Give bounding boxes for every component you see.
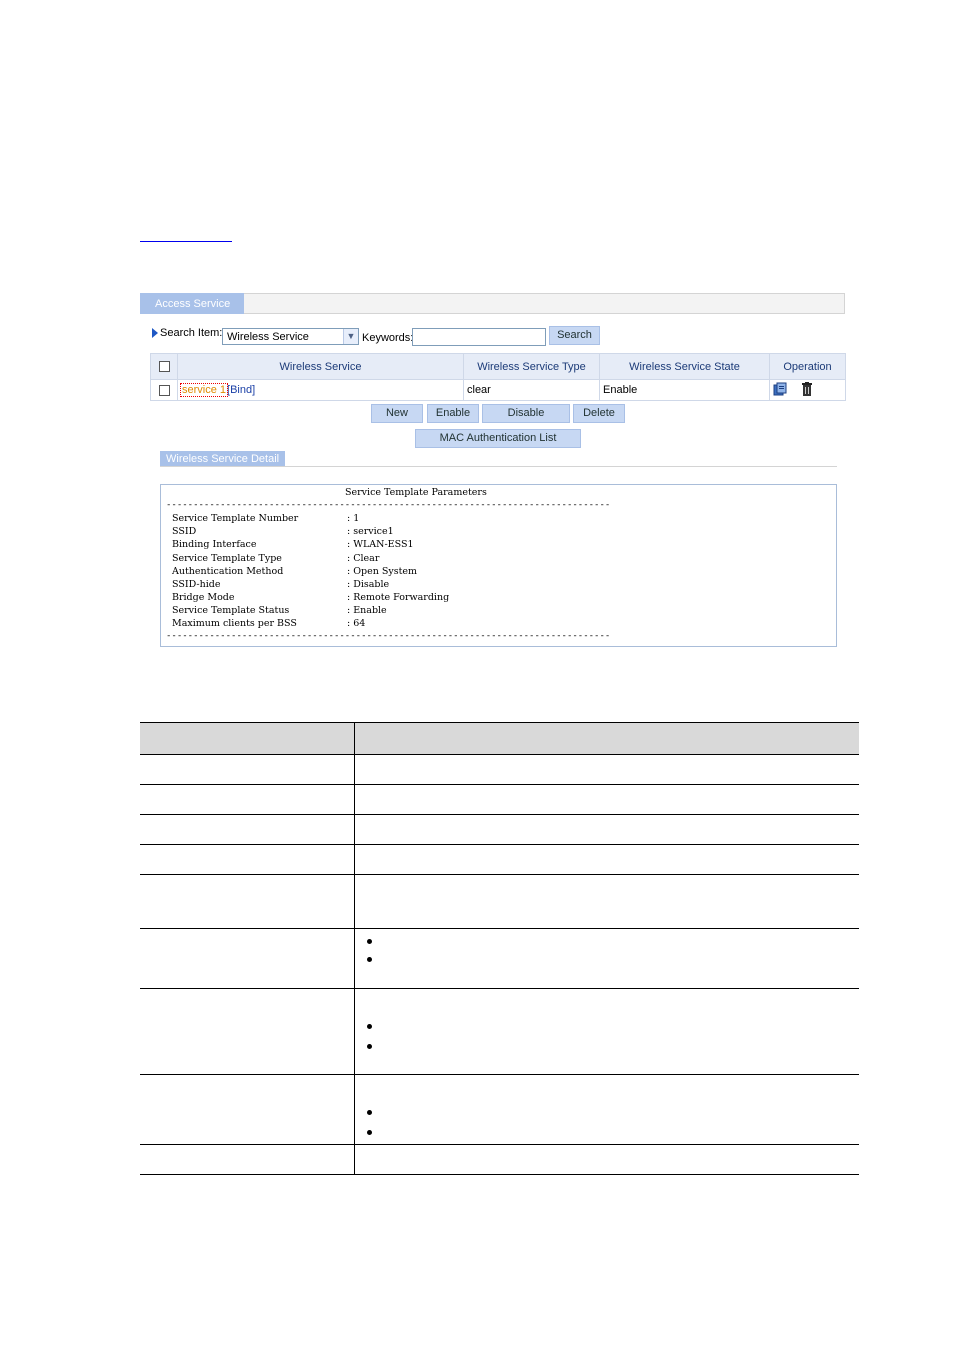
param-name: Binding Interface — [172, 539, 257, 550]
col-wireless-service-state[interactable]: Wireless Service State — [599, 353, 770, 380]
bind-link[interactable]: [Bind] — [227, 384, 255, 396]
param-name: Service Template Number — [172, 513, 299, 524]
table-row-divider — [140, 1144, 859, 1145]
bullet-icon — [367, 1130, 372, 1135]
disable-button[interactable]: Disable — [482, 404, 570, 423]
table-header-row: Wireless Service Wireless Service Type W… — [150, 353, 846, 380]
table-row-divider — [140, 814, 859, 815]
col-operation: Operation — [769, 353, 846, 380]
param-value: : WLAN-ESS1 — [347, 539, 414, 550]
param-name: Service Template Status — [172, 605, 290, 616]
param-value: : 1 — [347, 513, 360, 524]
row-checkbox[interactable] — [158, 384, 170, 396]
param-value: : Remote Forwarding — [347, 592, 450, 603]
chevron-down-icon[interactable]: ▼ — [343, 329, 358, 344]
bullet-icon — [367, 1024, 372, 1029]
select-all-cell — [150, 353, 178, 380]
delete-button[interactable]: Delete — [573, 404, 625, 423]
tab-access-service[interactable]: Access Service — [140, 293, 244, 314]
param-name: Authentication Method — [172, 566, 284, 577]
detail-separator-top: ----------------------------------------… — [166, 500, 611, 510]
table-row-divider — [140, 1074, 859, 1075]
param-name: SSID — [172, 526, 197, 537]
detail-title: Service Template Parameters — [345, 487, 487, 498]
col-wireless-service-type[interactable]: Wireless Service Type — [463, 353, 600, 380]
param-name: Service Template Type — [172, 553, 282, 564]
param-value: : Enable — [347, 605, 387, 616]
description-table-header — [140, 722, 859, 755]
triangle-right-icon — [152, 328, 158, 339]
param-value: : service1 — [347, 526, 394, 537]
select-all-checkbox[interactable] — [158, 361, 170, 373]
keywords-label: Keywords: — [362, 332, 414, 344]
table-row-divider — [140, 928, 859, 929]
access-service-tabstrip — [140, 293, 845, 314]
tab-wireless-service-detail[interactable]: Wireless Service Detail — [160, 451, 285, 467]
search-row: Search Item: — [152, 327, 222, 347]
table-row: service 1[Bind] clear Enable — [150, 379, 846, 401]
service-name-link[interactable]: service 1 — [179, 383, 229, 397]
mac-authentication-list-button[interactable]: MAC Authentication List — [415, 429, 581, 448]
param-value: : 64 — [347, 618, 366, 629]
bullet-icon — [367, 957, 372, 962]
table-row-divider — [140, 874, 859, 875]
enable-button[interactable]: Enable — [427, 404, 479, 423]
table-bottom-border — [140, 1174, 859, 1175]
detail-divider — [160, 466, 837, 467]
param-name: SSID-hide — [172, 579, 221, 590]
param-value: : Clear — [347, 553, 380, 564]
search-item-label: Search Item: — [160, 327, 223, 339]
table-row-divider — [140, 988, 859, 989]
param-value: : Disable — [347, 579, 390, 590]
service-state-cell: Enable — [599, 379, 770, 401]
figure-link[interactable] — [140, 231, 232, 242]
param-name: Maximum clients per BSS — [172, 618, 297, 629]
keywords-input[interactable] — [412, 328, 546, 346]
service-name-cell: service 1[Bind] — [177, 379, 464, 401]
description-table-column-divider — [354, 722, 355, 1175]
wireless-service-table: Wireless Service Wireless Service Type W… — [150, 353, 846, 401]
summary-icon[interactable] — [773, 382, 787, 399]
new-button[interactable]: New — [371, 404, 423, 423]
bullet-icon — [367, 1044, 372, 1049]
operation-cell — [769, 379, 846, 401]
row-checkbox-cell — [150, 379, 178, 401]
param-value: : Open System — [347, 566, 418, 577]
bullet-icon — [367, 1110, 372, 1115]
search-button[interactable]: Search — [549, 326, 600, 345]
table-row-divider — [140, 844, 859, 845]
col-wireless-service[interactable]: Wireless Service — [177, 353, 464, 380]
trash-icon[interactable] — [802, 381, 813, 399]
param-name: Bridge Mode — [172, 592, 235, 603]
detail-separator-bottom: ----------------------------------------… — [166, 631, 611, 641]
table-row-divider — [140, 784, 859, 785]
service-type-cell: clear — [463, 379, 600, 401]
search-item-select[interactable]: Wireless Service ▼ — [222, 328, 359, 345]
search-item-value: Wireless Service — [227, 331, 309, 343]
bullet-icon — [367, 939, 372, 944]
